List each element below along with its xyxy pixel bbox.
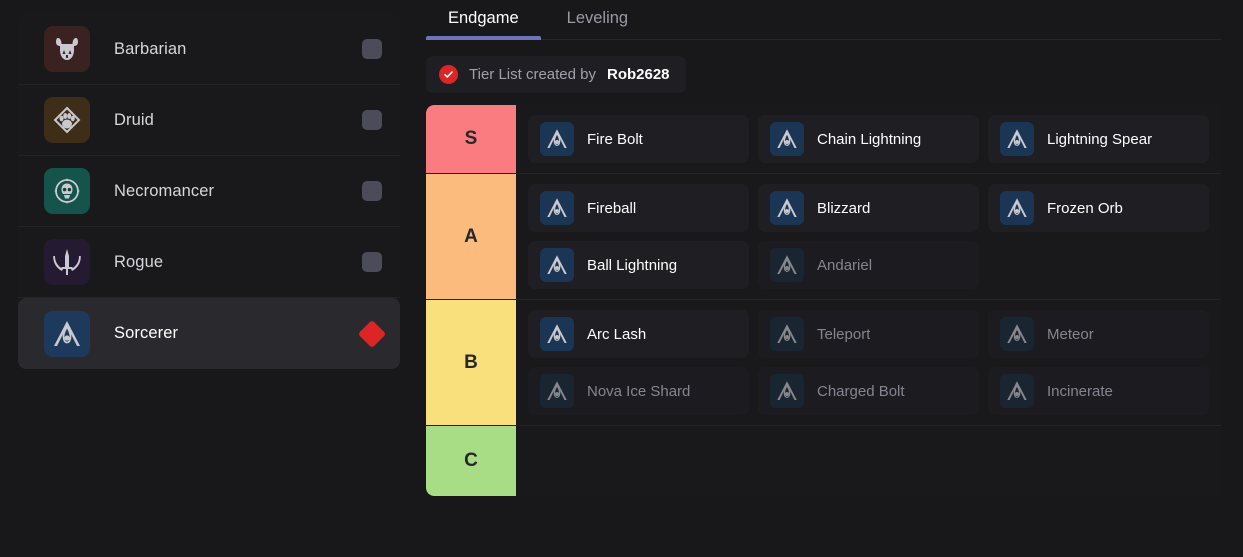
sorcerer-flame-icon (770, 374, 804, 408)
skill-card[interactable]: Meteor (988, 310, 1209, 358)
class-row-druid[interactable]: Druid (18, 85, 400, 156)
class-name-label: Barbarian (114, 39, 187, 58)
skill-card[interactable]: Incinerate (988, 367, 1209, 415)
sorcerer-flame-icon (540, 317, 574, 351)
tier-label-a: A (426, 174, 516, 299)
credit-author: Rob2628 (607, 66, 670, 83)
skill-name-label: Chain Lightning (817, 130, 922, 148)
skill-name-label: Meteor (1047, 325, 1094, 343)
skill-name-label: Arc Lash (587, 325, 647, 343)
skill-card[interactable]: Blizzard (758, 184, 979, 232)
class-toggle-box[interactable] (362, 181, 382, 201)
tier-items-b: Arc Lash Teleport Meteor Nova Ice Shard Char… (516, 300, 1221, 425)
sorcerer-flame-icon (1000, 374, 1034, 408)
credit-text: Tier List created by (469, 66, 596, 83)
tab-bar: Endgame Leveling (426, 0, 1221, 40)
skill-name-label: Ball Lightning (587, 256, 678, 274)
skill-card[interactable]: Teleport (758, 310, 979, 358)
class-row-rogue[interactable]: Rogue (18, 227, 400, 298)
barbarian-helm-icon (44, 26, 90, 72)
class-sidebar: Barbarian Druid Necromancer Rogue Sorcerer (0, 0, 418, 557)
credit-wrapper: Tier List created by Rob2628 (426, 40, 1221, 105)
tier-items-a: Fireball Blizzard Frozen Orb Ball Lightning… (516, 174, 1221, 299)
skill-card[interactable]: Frozen Orb (988, 184, 1209, 232)
app-root: Barbarian Druid Necromancer Rogue Sorcerer E… (0, 0, 1243, 557)
sorcerer-flame-icon (770, 248, 804, 282)
verified-check-icon (439, 65, 458, 84)
tier-row-c: C (426, 426, 1221, 496)
sorcerer-flame-icon (1000, 122, 1034, 156)
class-list: Barbarian Druid Necromancer Rogue Sorcerer (18, 14, 400, 369)
sorcerer-flame-icon (540, 122, 574, 156)
tier-items-c (516, 426, 1221, 496)
skill-name-label: Blizzard (817, 199, 871, 217)
sorcerer-flame-icon (770, 191, 804, 225)
skill-card[interactable]: Ball Lightning (528, 241, 749, 289)
sorcerer-flame-icon (1000, 317, 1034, 351)
skill-name-label: Nova Ice Shard (587, 382, 691, 400)
class-row-sorcerer[interactable]: Sorcerer (18, 298, 400, 369)
skill-name-label: Andariel (817, 256, 873, 274)
tier-items-s: Fire Bolt Chain Lightning Lightning Spear (516, 105, 1221, 173)
class-toggle-box[interactable] (362, 110, 382, 130)
selected-diamond-icon[interactable] (357, 319, 387, 348)
class-name-label: Sorcerer (114, 324, 179, 342)
skill-card[interactable]: Nova Ice Shard (528, 367, 749, 415)
tier-table: S Fire Bolt Chain Lightning Lightning Spear… (426, 105, 1221, 496)
class-name-label: Necromancer (114, 181, 215, 200)
class-row-necromancer[interactable]: Necromancer (18, 156, 400, 227)
class-name-label: Rogue (114, 252, 164, 271)
tier-row-b: B Arc Lash Teleport Meteor Nova Ice Shard Cha… (426, 300, 1221, 426)
skill-card[interactable]: Fireball (528, 184, 749, 232)
tab-endgame[interactable]: Endgame (426, 0, 541, 40)
skill-name-label: Fire Bolt (587, 130, 643, 148)
skill-name-label: Lightning Spear (1047, 130, 1153, 148)
skill-card[interactable]: Lightning Spear (988, 115, 1209, 163)
skill-card[interactable]: Fire Bolt (528, 115, 749, 163)
sorcerer-flame-icon (770, 122, 804, 156)
class-toggle-box[interactable] (362, 39, 382, 59)
druid-paw-icon (44, 97, 90, 143)
class-toggle-box[interactable] (362, 252, 382, 272)
skill-card[interactable]: Charged Bolt (758, 367, 979, 415)
sorcerer-flame-icon (1000, 191, 1034, 225)
skill-card[interactable]: Arc Lash (528, 310, 749, 358)
tier-list-credit: Tier List created by Rob2628 (426, 56, 686, 93)
tab-leveling[interactable]: Leveling (545, 0, 650, 39)
class-name-label: Druid (114, 110, 154, 129)
skill-name-label: Charged Bolt (817, 382, 905, 400)
sorcerer-flame-icon (540, 374, 574, 408)
skill-card[interactable]: Andariel (758, 241, 979, 289)
rogue-dagger-icon (44, 239, 90, 285)
sorcerer-flame-icon (540, 191, 574, 225)
tier-row-a: A Fireball Blizzard Frozen Orb Ball Lightnin… (426, 174, 1221, 300)
tier-label-c: C (426, 426, 516, 496)
class-row-barbarian[interactable]: Barbarian (18, 14, 400, 85)
main-panel: Endgame Leveling Tier List created by Rob… (418, 0, 1243, 557)
skill-name-label: Teleport (817, 325, 871, 343)
sorcerer-flame-icon (770, 317, 804, 351)
skill-card[interactable]: Chain Lightning (758, 115, 979, 163)
tier-label-b: B (426, 300, 516, 425)
sorcerer-flame-icon (44, 310, 90, 357)
sorcerer-flame-icon (540, 248, 574, 282)
tier-label-s: S (426, 105, 516, 173)
necromancer-skull-icon (44, 168, 90, 214)
skill-name-label: Frozen Orb (1047, 199, 1123, 217)
skill-name-label: Fireball (587, 199, 637, 217)
skill-name-label: Incinerate (1047, 382, 1113, 400)
tier-row-s: S Fire Bolt Chain Lightning Lightning Spear (426, 105, 1221, 174)
